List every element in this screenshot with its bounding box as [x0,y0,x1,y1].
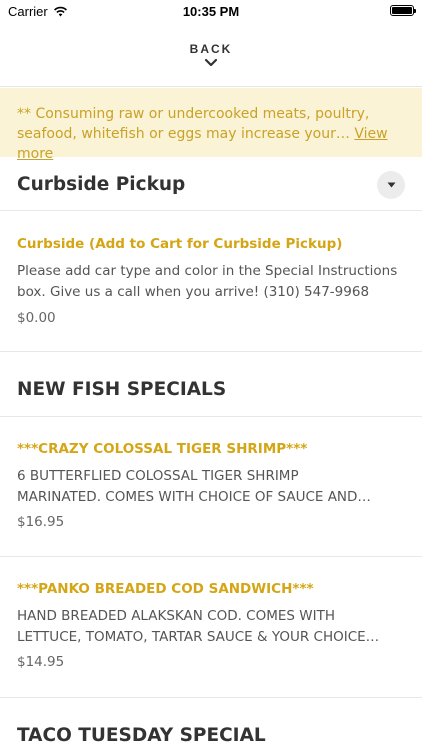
item-title: ***CRAZY COLOSSAL TIGER SHRIMP*** [17,441,308,457]
item-description-line: LETTUCE, TOMATO, TARTAR SAUCE & YOUR CHO… [17,628,380,645]
status-bar: Carrier 10:35 PM [0,0,422,22]
item-price: $14.95 [17,654,65,670]
section-title: NEW FISH SPECIALS [17,379,227,400]
item-description-line: MARINATED. COMES WITH CHOICE OF SAUCE AN… [17,488,371,505]
item-description: HAND BREADED ALAKSKAN COD. COMES WITH LE… [17,606,405,647]
item-title: ***PANKO BREADED COD SANDWICH*** [17,581,314,597]
item-price: $0.00 [17,310,56,326]
item-title: Curbside (Add to Cart for Curbside Picku… [17,236,343,252]
chevron-down-icon [204,58,218,67]
back-button[interactable]: BACK [0,42,422,68]
status-time: 10:35 PM [182,4,240,19]
section-header-new-fish-specials: NEW FISH SPECIALS [0,352,422,417]
allergy-notice: ** Consuming raw or undercooked meats, p… [0,88,422,162]
menu-item[interactable]: ***PANKO BREADED COD SANDWICH*** HAND BR… [0,557,422,698]
section-header-taco-tuesday: TACO TUESDAY SPECIAL [0,698,422,750]
section-title: TACO TUESDAY SPECIAL [17,725,266,746]
notice-text: ** Consuming raw or undercooked meats, p… [17,106,370,142]
item-description: Please add car type and color in the Spe… [17,263,398,300]
header-divider [0,86,422,87]
section-dropdown-button[interactable] [377,171,405,199]
item-description: 6 BUTTERFLIED COLOSSAL TIGER SHRIMP MARI… [17,466,405,507]
section-header-curbside[interactable]: Curbside Pickup [0,157,422,211]
item-description-line: 6 BUTTERFLIED COLOSSAL TIGER SHRIMP [17,468,299,484]
menu-item[interactable]: Curbside (Add to Cart for Curbside Picku… [0,211,422,352]
back-label: BACK [189,42,233,56]
item-description-line: HAND BREADED ALAKSKAN COD. COMES WITH [17,608,336,624]
menu-item[interactable]: ***CRAZY COLOSSAL TIGER SHRIMP*** 6 BUTT… [0,417,422,557]
caret-down-icon [387,182,395,188]
battery-icon [390,5,416,16]
section-title: Curbside Pickup [17,174,186,195]
item-price: $16.95 [17,514,65,530]
